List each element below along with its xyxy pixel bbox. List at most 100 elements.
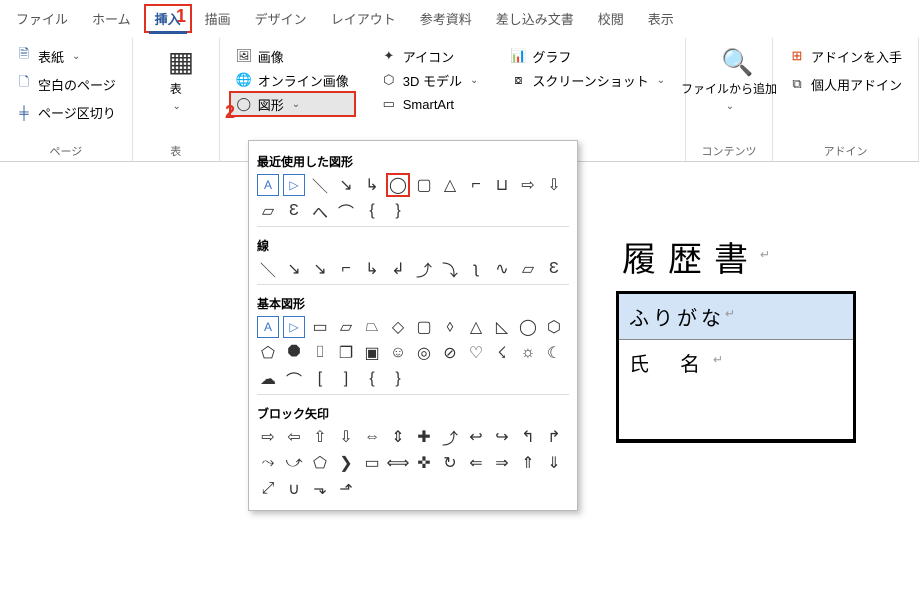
b-can[interactable]: ⌷ — [309, 342, 331, 364]
tab-layout[interactable]: レイアウト — [321, 5, 406, 32]
ba-ud[interactable]: ⇕ — [387, 426, 409, 448]
b-sun[interactable]: ☼ — [517, 342, 539, 364]
ba-curved-r[interactable]: ↪ — [491, 426, 513, 448]
shape-down-arrow[interactable]: ⇩ — [543, 174, 565, 196]
b-oval[interactable]: ◯ — [517, 316, 539, 338]
ba-callout[interactable]: ▭ — [361, 452, 383, 474]
ba-chevron[interactable]: ❯ — [335, 452, 357, 474]
reuse-files-button[interactable]: 🔍 ファイルから追加 ⌄ — [696, 44, 762, 116]
ba-lr[interactable]: ⇔ — [361, 426, 383, 448]
b-heart[interactable]: ♡ — [465, 342, 487, 364]
ba-bent[interactable]: ⤴ — [439, 426, 461, 448]
tab-insert[interactable]: 挿入 — [145, 5, 191, 32]
b-rtri[interactable]: ◺ — [491, 316, 513, 338]
ba-stripe[interactable]: ⤳ — [257, 452, 279, 474]
shape-brace-l[interactable]: { — [361, 200, 383, 222]
line-5[interactable]: ↳ — [361, 258, 383, 280]
b-bracket-l[interactable]: [ — [309, 368, 331, 390]
line-7[interactable]: ⤴ — [413, 258, 435, 280]
furigana-cell[interactable]: ふりがな↵ — [619, 294, 749, 339]
shape-u[interactable]: ⊔ — [491, 174, 513, 196]
ba-x1[interactable]: ⇐ — [465, 452, 487, 474]
line-11[interactable]: ▱ — [517, 258, 539, 280]
ba-x7[interactable]: ⬎ — [309, 478, 331, 500]
b-tri[interactable]: △ — [465, 316, 487, 338]
b-cloud[interactable]: ☁ — [257, 368, 279, 390]
line-12[interactable]: Ɛ — [543, 258, 565, 280]
shape-right-arrow[interactable]: ⇨ — [517, 174, 539, 196]
b-lightning[interactable]: ☇ — [491, 342, 513, 364]
3d-models-button[interactable]: ⬡3D モデル⌄ — [375, 68, 485, 92]
shape-elbow[interactable]: ↳ — [361, 174, 383, 196]
shape-freeform[interactable]: Ɛ — [283, 200, 305, 222]
b-moon[interactable]: ☾ — [543, 342, 565, 364]
smartart-button[interactable]: ▭SmartArt — [375, 92, 485, 116]
b-parallelogram[interactable]: ▱ — [335, 316, 357, 338]
b-noentry[interactable]: ⊘ — [439, 342, 461, 364]
shape-callout[interactable]: ▱ — [257, 200, 279, 222]
name-cell[interactable]: 氏 名 ↵ — [619, 340, 737, 439]
line-2[interactable]: ↘ — [283, 258, 305, 280]
ba-pent[interactable]: ⬠ — [309, 452, 331, 474]
shape-brace-r[interactable]: } — [387, 200, 409, 222]
shape-oval[interactable]: ◯ — [387, 174, 409, 196]
ba-quad[interactable]: ✚ — [413, 426, 435, 448]
ba-x5[interactable]: ⤢ — [257, 478, 279, 500]
shape-roundrect[interactable]: ▢ — [413, 174, 435, 196]
line-10[interactable]: ∿ — [491, 258, 513, 280]
tab-draw[interactable]: 描画 — [195, 5, 241, 32]
line-9[interactable]: ʅ — [465, 258, 487, 280]
shape-line[interactable]: ＼ — [309, 174, 331, 196]
ba-quadcall[interactable]: ✜ — [413, 452, 435, 474]
shapes-button[interactable]: ◯図形⌄ — [230, 92, 355, 116]
b-hex[interactable]: ⬡ — [543, 316, 565, 338]
b-trapezoid[interactable]: ⏢ — [361, 316, 383, 338]
line-8[interactable]: ⤵ — [439, 258, 461, 280]
line-1[interactable]: ＼ — [257, 258, 279, 280]
chart-button[interactable]: 📊グラフ — [504, 44, 671, 68]
ba-x3[interactable]: ⇑ — [517, 452, 539, 474]
document-canvas[interactable]: 履歴書↵ ふりがな↵ 氏 名 ↵ — [616, 230, 916, 443]
ba-left[interactable]: ⇦ — [283, 426, 305, 448]
line-4[interactable]: ⌐ — [335, 258, 357, 280]
ba-lrcallout[interactable]: ⟺ — [387, 452, 409, 474]
blank-page-button[interactable]: 🗋空白のページ — [10, 72, 122, 96]
tab-view[interactable]: 表示 — [638, 5, 684, 32]
ba-circ[interactable]: ↻ — [439, 452, 461, 474]
ba-notch[interactable]: ⤻ — [283, 452, 305, 474]
line-6[interactable]: ↲ — [387, 258, 409, 280]
ba-uturn[interactable]: ↩ — [465, 426, 487, 448]
ba-x2[interactable]: ⇒ — [491, 452, 513, 474]
tab-file[interactable]: ファイル — [6, 5, 78, 32]
b-donut[interactable]: ◎ — [413, 342, 435, 364]
resume-table[interactable]: ふりがな↵ 氏 名 ↵ — [616, 291, 856, 443]
b-diamond[interactable]: ◇ — [387, 316, 409, 338]
ba-x4[interactable]: ⇓ — [543, 452, 565, 474]
b-bracket-r[interactable]: ] — [335, 368, 357, 390]
ba-right[interactable]: ⇨ — [257, 426, 279, 448]
b-cube[interactable]: ❐ — [335, 342, 357, 364]
tab-review[interactable]: 校閲 — [588, 5, 634, 32]
tab-design[interactable]: デザイン — [245, 5, 317, 32]
online-image-button[interactable]: 🌐オンライン画像 — [230, 68, 355, 92]
image-button[interactable]: 🖼画像 — [230, 44, 355, 68]
table-button[interactable]: ▦ 表 ⌄ — [143, 44, 209, 116]
get-addins-button[interactable]: ⊞アドインを入手 — [783, 44, 908, 68]
b-smiley[interactable]: ☺ — [387, 342, 409, 364]
shape-arrow-line[interactable]: ↘ — [335, 174, 357, 196]
b-pent[interactable]: ⬠ — [257, 342, 279, 364]
b-roundrect[interactable]: ▢ — [413, 316, 435, 338]
b-oct[interactable]: ⯃ — [283, 342, 305, 364]
tab-references[interactable]: 参考資料 — [410, 5, 482, 32]
b-textbox[interactable]: A — [257, 316, 279, 338]
shape-triangle[interactable]: △ — [439, 174, 461, 196]
shape-l[interactable]: ⌐ — [465, 174, 487, 196]
cover-page-button[interactable]: 🗎表紙⌄ — [10, 44, 122, 68]
b-textbox-v[interactable]: ▷ — [283, 316, 305, 338]
shape-textbox[interactable]: A — [257, 174, 279, 196]
shape-arc[interactable]: ⌒ — [335, 200, 357, 222]
tab-home[interactable]: ホーム — [82, 5, 141, 32]
screenshot-button[interactable]: ⧇スクリーンショット⌄ — [504, 68, 671, 92]
b-brace-r[interactable]: } — [387, 368, 409, 390]
shape-scribble[interactable]: へ — [309, 200, 331, 222]
